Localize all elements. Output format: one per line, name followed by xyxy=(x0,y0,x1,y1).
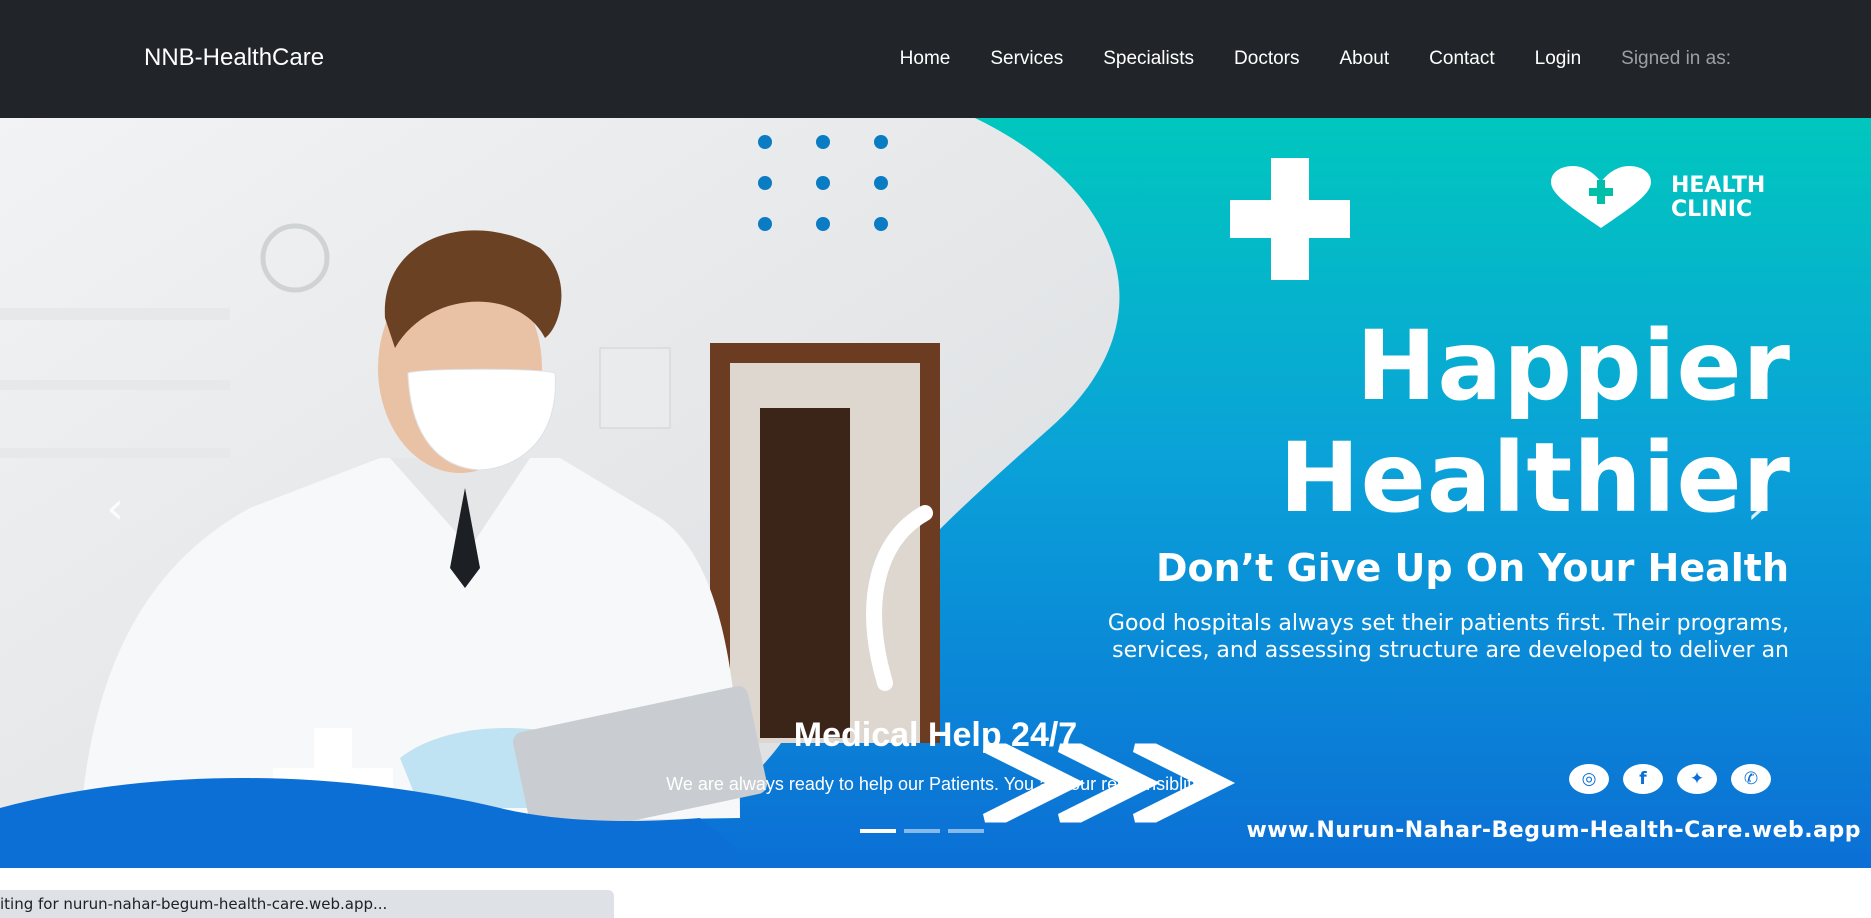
carousel-indicator[interactable] xyxy=(860,829,896,833)
headline-happier: Happier xyxy=(1356,310,1791,422)
nav-contact[interactable]: Contact xyxy=(1429,48,1494,70)
nav-links: Home Services Specialists Doctors About … xyxy=(900,48,1731,70)
clinic-logo: HEALTH CLINIC xyxy=(1549,166,1791,230)
carousel-indicators xyxy=(860,829,984,833)
subheadline: Don’t Give Up On Your Health xyxy=(1155,546,1789,590)
chevron-right-icon: › xyxy=(1747,482,1765,534)
browser-status-bar: iting for nurun-nahar-begum-health-care.… xyxy=(0,890,614,918)
clinic-name: HEALTH CLINIC xyxy=(1671,173,1766,222)
nav-doctors[interactable]: Doctors xyxy=(1234,48,1299,70)
nav-home[interactable]: Home xyxy=(900,48,951,70)
nav-specialists[interactable]: Specialists xyxy=(1103,48,1194,70)
carousel-next-button[interactable]: › xyxy=(1731,473,1781,543)
nav-about[interactable]: About xyxy=(1340,48,1390,70)
signed-in-label: Signed in as: xyxy=(1621,48,1731,69)
headline-healthier: Healthier xyxy=(1279,422,1791,534)
brand-link[interactable]: NNB-HealthCare xyxy=(144,44,324,72)
carousel-caption-text: We are always ready to help our Patients… xyxy=(666,774,1205,794)
carousel-indicator[interactable] xyxy=(948,829,984,833)
website-url: www.Nurun-Nahar-Begum-Health-Care.web.ap… xyxy=(1246,818,1861,843)
nav-login[interactable]: Login xyxy=(1535,48,1582,70)
carousel-indicator[interactable] xyxy=(904,829,940,833)
hero-blurb: Good hospitals always set their patients… xyxy=(1107,611,1789,663)
carousel-caption-title: Medical Help 24/7 xyxy=(793,716,1078,754)
chevron-left-icon: ‹ xyxy=(106,482,124,534)
carousel-prev-button[interactable]: ‹ xyxy=(90,473,140,543)
heart-plus-icon xyxy=(1551,166,1651,228)
navbar: NNB-HealthCare Home Services Specialists… xyxy=(0,0,1871,118)
hero-carousel: HEALTH CLINIC Happier Healthier Don’t Gi… xyxy=(0,118,1871,868)
nav-services[interactable]: Services xyxy=(990,48,1063,70)
